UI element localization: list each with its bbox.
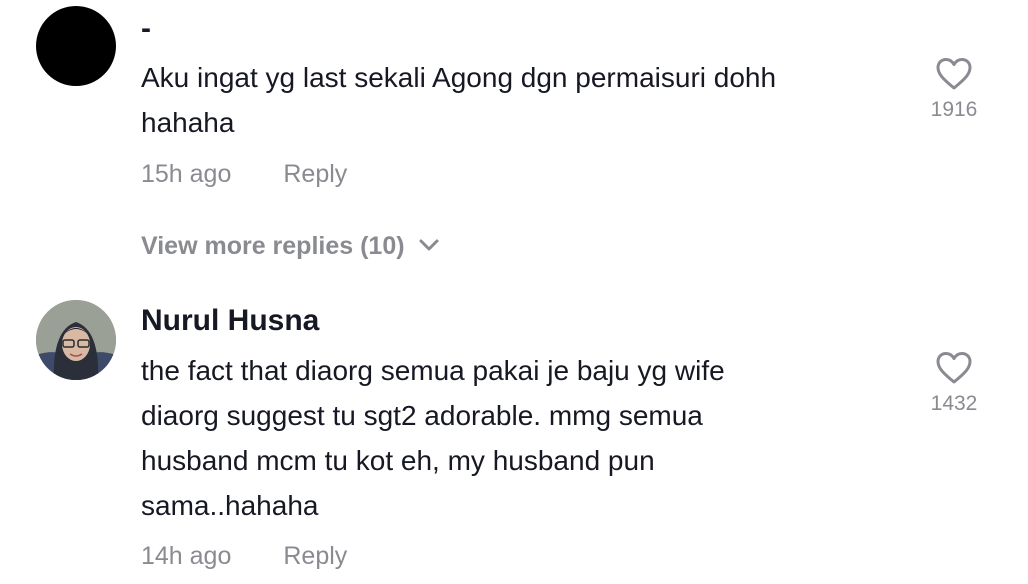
comment-text-line: sama..hahaha	[141, 490, 319, 521]
comment-username[interactable]: Nurul Husna	[141, 304, 319, 338]
comment-timestamp: 15h ago	[141, 160, 232, 188]
reply-button[interactable]: Reply	[283, 160, 347, 188]
like-button[interactable]: 1432	[918, 351, 990, 416]
comment-text-line: husband mcm tu kot eh, my husband pun	[141, 445, 655, 476]
heart-icon	[936, 58, 972, 90]
like-count: 1916	[930, 98, 978, 121]
comment-text: the fact that diaorg semua pakai je baju…	[141, 348, 881, 528]
comment-text: Aku ingat yg last sekali Agong dgn perma…	[141, 55, 881, 145]
view-more-replies-button[interactable]: View more replies (10)	[141, 232, 439, 261]
heart-icon	[936, 352, 972, 384]
comment-meta: 15h ago Reply	[141, 160, 347, 189]
comment-item: - Aku ingat yg last sekali Agong dgn per…	[0, 0, 1028, 210]
comment-text-line: diaorg suggest tu sgt2 adorable. mmg sem…	[141, 400, 703, 431]
comment-text-line: the fact that diaorg semua pakai je baju…	[141, 355, 725, 386]
comment-text-line: hahaha	[141, 107, 235, 138]
like-count: 1432	[930, 392, 978, 415]
comment-item: Nurul Husna the fact that diaorg semua p…	[0, 290, 1028, 584]
like-button[interactable]: 1916	[918, 57, 990, 122]
chevron-down-icon	[419, 239, 439, 251]
view-more-replies-label: View more replies (10)	[141, 232, 405, 260]
comment-timestamp: 14h ago	[141, 542, 232, 570]
avatar-photo-icon	[36, 300, 116, 380]
reply-button[interactable]: Reply	[283, 542, 347, 570]
avatar[interactable]	[36, 6, 116, 86]
comment-meta: 14h ago Reply	[141, 542, 347, 571]
comment-username[interactable]: -	[141, 12, 151, 46]
comment-text-line: Aku ingat yg last sekali Agong dgn perma…	[141, 62, 777, 93]
avatar[interactable]	[36, 300, 116, 380]
